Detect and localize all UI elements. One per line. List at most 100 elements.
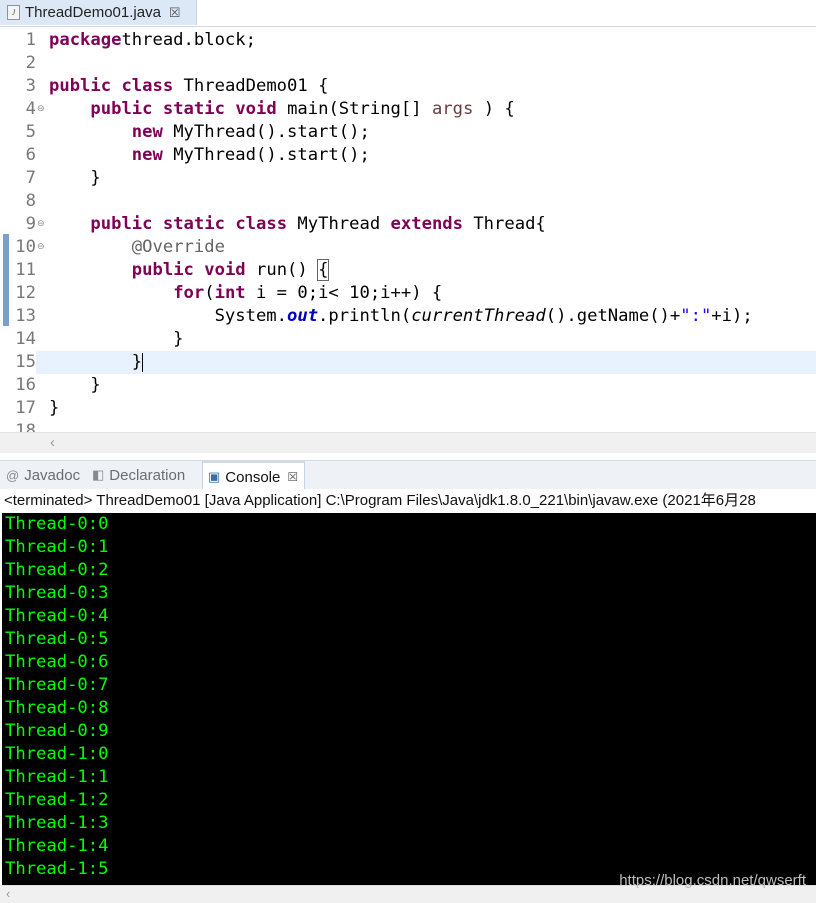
scroll-left-icon[interactable]: ‹ [6,886,10,901]
code-text: } [49,167,100,190]
code-token: thread.block; [121,30,256,50]
code-line[interactable]: 14 } [0,328,816,351]
code-line[interactable]: 12 for(int i = 0;i< 10;i++) { [0,282,816,305]
code-line[interactable]: 16 } [0,374,816,397]
code-text: @Override [49,236,225,259]
code-line[interactable]: 5 new MyThread().start(); [0,121,816,144]
code-token: i = 0;i< 10;i++) { [245,283,443,303]
declaration-icon: ◧ [92,467,105,482]
console-line: Thread-1:4 [5,836,109,856]
keyword-token: public [49,76,112,96]
console-line: Thread-0:9 [5,721,109,741]
code-line[interactable]: 11 public void run() { [0,259,816,282]
code-token: ( [204,283,215,303]
code-line[interactable]: 2 [0,52,816,75]
console-line: Thread-0:5 [5,629,109,649]
code-text: for(int i = 0;i< 10;i++) { [49,282,442,305]
code-token: +i); [711,306,753,326]
code-line[interactable]: 10 ⊖ @Override [0,236,816,259]
code-token: out [287,306,319,326]
tab-label: Console [225,468,281,486]
views-tab-bar: @ Javadoc ◧ Declaration ▣ Console ☒ [0,460,816,491]
tab-javadoc[interactable]: @ Javadoc [6,461,80,489]
keyword-token: package [49,30,122,50]
close-icon[interactable]: ☒ [169,5,181,21]
java-file-icon: J [7,5,20,20]
code-line[interactable]: 17} [0,397,816,420]
scroll-left-icon[interactable]: ‹ [50,434,55,451]
console-line: Thread-1:1 [5,767,109,787]
code-line[interactable]: 3 public class ThreadDemo01 { [0,75,816,98]
line-number: 10 [15,237,36,257]
keyword-token: new [131,145,163,165]
line-number: 9 [25,214,36,234]
code-text: System.out.println(currentThread().getNa… [49,305,753,328]
code-text: } [49,351,144,374]
line-number: 1 [25,30,36,50]
code-editor[interactable]: 1 packagethread.block; 2 3 public class Thre… [0,27,816,432]
console-line: Thread-0:7 [5,675,109,695]
fold-collapse-icon[interactable]: ⊖ [37,236,45,259]
code-text: } [49,397,59,420]
code-text: } [49,328,184,351]
code-token: Thread{ [462,214,546,234]
tab-declaration[interactable]: ◧ Declaration [92,461,185,489]
code-token: } [49,398,60,418]
code-text: new MyThread().start(); [49,144,370,167]
code-line[interactable]: 18 [0,420,816,432]
horizontal-scrollbar[interactable]: ‹ [0,432,816,453]
code-token: MyThread().start(); [162,122,370,142]
line-number: 3 [25,76,36,96]
code-token: } [49,352,143,372]
console-status: <terminated> ThreadDemo01 [Java Applicat… [0,489,816,513]
keyword-token: public [90,214,153,234]
code-line[interactable]: 6 new MyThread().start(); [0,144,816,167]
tab-console[interactable]: ▣ Console ☒ [202,461,306,491]
close-icon[interactable]: ☒ [287,470,298,484]
line-number: 11 [15,260,36,280]
code-token: ":" [680,306,712,326]
code-token: currentThread [411,306,546,326]
code-token: } [49,375,101,395]
code-token: MyThread [287,214,391,234]
console-line: Thread-0:8 [5,698,109,718]
fold-collapse-icon[interactable]: ⊖ [37,98,45,121]
code-token: } [49,329,184,349]
fold-collapse-icon[interactable]: ⊖ [37,213,45,236]
keyword-token: public [90,99,153,119]
code-line[interactable]: 7 } [0,167,816,190]
keyword-token: static [162,214,225,234]
code-line[interactable]: 13 System.out.println(currentThread().ge… [0,305,816,328]
code-text: } [49,374,101,397]
line-number: 4 [25,99,36,119]
watermark: https://blog.csdn.net/qwserft [619,872,806,889]
code-line[interactable]: 4 ⊖ public static void main(String[] args… [0,98,816,121]
line-number: 6 [25,145,36,165]
code-line[interactable]: 15 } [0,351,816,374]
line-number: 15 [0,351,36,374]
code-text: public void run() { [49,259,330,282]
javadoc-icon: @ [6,467,20,483]
console-line: Thread-1:3 [5,813,109,833]
editor-tab-bar: J ThreadDemo01.java ☒ [0,0,816,27]
code-token: ThreadDemo01 { [173,76,329,96]
console-output[interactable]: Thread-0:0 Thread-0:1 Thread-0:2 Thread-0:3… [2,513,816,885]
line-number: 17 [15,398,36,418]
keyword-token: for [173,283,205,303]
keyword-token: int [214,283,246,303]
code-line[interactable]: 9 ⊖ public static class MyThread extends … [0,213,816,236]
code-line[interactable]: 8 [0,190,816,213]
code-text: public static void main(String[] args ) … [49,98,514,121]
code-line[interactable]: 1 packagethread.block; [0,29,816,52]
keyword-token: class [235,214,288,234]
editor-tab-threaddemo01[interactable]: J ThreadDemo01.java ☒ [0,0,197,25]
